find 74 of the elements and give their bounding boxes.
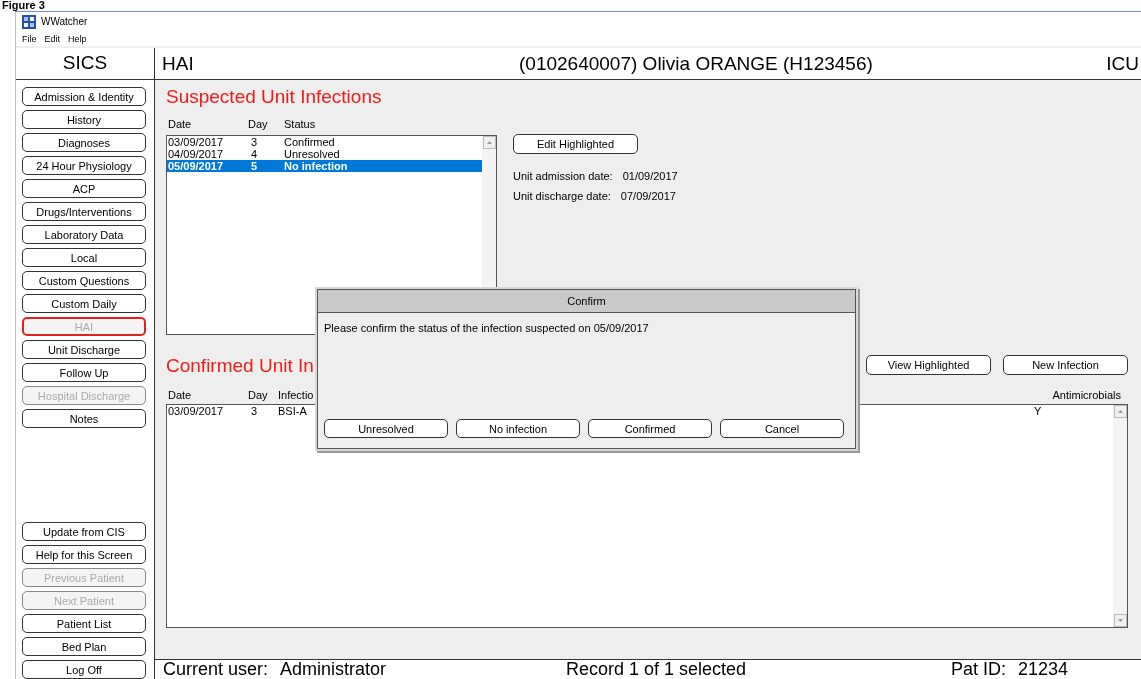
date-value: 01/09/2017 [622, 169, 678, 183]
nav-button[interactable]: Help for this Screen [22, 545, 146, 564]
dialog-button[interactable]: Cancel [720, 419, 844, 438]
column-header: Status [283, 117, 317, 131]
nav-button[interactable]: Custom Daily [22, 294, 146, 313]
record-count: Record 1 of 1 selected [566, 659, 748, 679]
date-cell-text: 05/09/2017 [167, 160, 225, 172]
status-value: Administrator [280, 659, 387, 679]
status-label: Pat ID: [951, 659, 1007, 679]
status-cell-text: No infection [283, 160, 349, 172]
dialog-button[interactable]: Confirmed [588, 419, 712, 438]
date-cell-text: 04/09/2017 [167, 148, 225, 160]
antimicrobials-cell-text: Y [1033, 405, 1043, 417]
menu-item[interactable]: Help [68, 33, 87, 44]
nav-button[interactable]: Unit Discharge [22, 340, 146, 359]
list-row[interactable]: 03/09/2017 3 Confirmed [167, 136, 482, 148]
unit-name: ICU [1106, 52, 1140, 75]
dialog-message: Please confirm the status of the infection suspected on 05/09/2017 [323, 321, 650, 336]
column-header: Day [247, 117, 269, 131]
scroll-down-icon [1113, 614, 1127, 627]
date-cell-text: 03/09/2017 [167, 405, 225, 417]
status-value: 21234 [1018, 659, 1069, 679]
window-title: WWatcher [41, 16, 88, 27]
status-label: Current user: [163, 659, 269, 679]
action-button[interactable]: View Highlighted [866, 355, 991, 375]
nav-button[interactable]: Follow Up [22, 363, 146, 382]
column-header: Date [167, 117, 193, 131]
day-cell-text: 3 [250, 405, 259, 417]
column-header: Infectio [277, 388, 315, 402]
day-cell-text: 4 [250, 148, 259, 160]
day-cell-text: 5 [250, 160, 259, 172]
dialog-title: Confirm [318, 290, 855, 313]
nav-button[interactable]: ACP [22, 179, 146, 198]
column-header: Day [247, 388, 269, 402]
nav-button[interactable]: Update from CIS [22, 522, 146, 541]
list-row[interactable]: 04/09/2017 4 Unresolved [167, 148, 482, 160]
app-icon [22, 14, 36, 29]
column-header: Date [167, 388, 193, 402]
nav-button[interactable]: Laboratory Data [22, 225, 146, 244]
nav-button[interactable]: Drugs/Interventions [22, 202, 146, 221]
menu-item[interactable]: Edit [44, 33, 61, 44]
scroll-up-icon [1113, 405, 1127, 418]
nav-button[interactable]: Bed Plan [22, 637, 146, 656]
date-value: 07/09/2017 [620, 189, 676, 203]
nav-button[interactable]: Admission & Identity [22, 87, 146, 106]
dialog-button[interactable]: Unresolved [324, 419, 448, 438]
section-heading: Confirmed Unit In [166, 355, 314, 377]
patient-name: (0102640007) Olivia ORANGE (H123456) [519, 52, 874, 75]
nav-button[interactable]: Notes [22, 409, 146, 428]
status-cell-text: Confirmed [283, 136, 336, 148]
edit-button[interactable]: Edit Highlighted [513, 134, 638, 154]
nav-button[interactable]: Custom Questions [22, 271, 146, 290]
action-button[interactable]: New Infection [1003, 355, 1128, 375]
nav-button[interactable]: History [22, 110, 146, 129]
column-header: Antimicrobials [1051, 388, 1122, 402]
dialog-button[interactable]: No infection [456, 419, 580, 438]
nav-button[interactable]: 24 Hour Physiology [22, 156, 146, 175]
day-cell-text: 3 [250, 136, 259, 148]
nav-button[interactable]: Patient List [22, 614, 146, 633]
date-cell-text: 03/09/2017 [167, 136, 225, 148]
screen-title: HAI [162, 52, 195, 75]
nav-button[interactable]: Diagnoses [22, 133, 146, 152]
nav-button[interactable]: Local [22, 248, 146, 267]
scroll-bar[interactable] [1113, 405, 1127, 627]
date-label: Unit discharge date: [513, 189, 611, 203]
status-cell-text: Unresolved [283, 148, 341, 160]
list-row[interactable]: 05/09/2017 5 No infection [167, 160, 482, 172]
infection-cell-text: BSI-A [277, 405, 308, 417]
date-label: Unit admission date: [513, 169, 613, 183]
figure-caption: Figure 3 [1, 0, 46, 11]
section-heading: Suspected Unit Infections [166, 86, 383, 108]
menu-item[interactable]: File [22, 33, 37, 44]
scroll-up-icon [482, 136, 496, 149]
nav-button[interactable]: Log Off [22, 660, 146, 679]
